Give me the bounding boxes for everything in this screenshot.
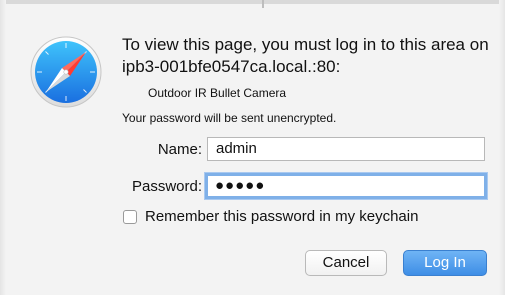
name-label: Name: — [157, 141, 202, 158]
name-field[interactable]: admin — [207, 137, 485, 161]
auth-realm: Outdoor IR Bullet Camera — [148, 86, 287, 100]
cancel-button[interactable]: Cancel — [305, 250, 387, 276]
unencrypted-warning: Your password will be sent unencrypted. — [122, 111, 337, 125]
window-divider — [262, 0, 264, 8]
right-edge — [499, 0, 505, 295]
safari-compass-icon — [30, 36, 102, 108]
password-field[interactable]: ●●●●● — [205, 173, 487, 199]
window-top-border — [0, 0, 505, 8]
remember-password-checkbox[interactable] — [123, 210, 137, 224]
left-edge — [0, 0, 6, 295]
password-label: Password: — [131, 178, 202, 195]
server-address: ipb3-001bfe0547ca.local.:80: — [122, 57, 341, 76]
log-in-button[interactable]: Log In — [403, 250, 487, 276]
login-prompt-message: To view this page, you must log in to th… — [122, 35, 489, 54]
remember-password-label[interactable]: Remember this password in my keychain — [145, 208, 418, 225]
